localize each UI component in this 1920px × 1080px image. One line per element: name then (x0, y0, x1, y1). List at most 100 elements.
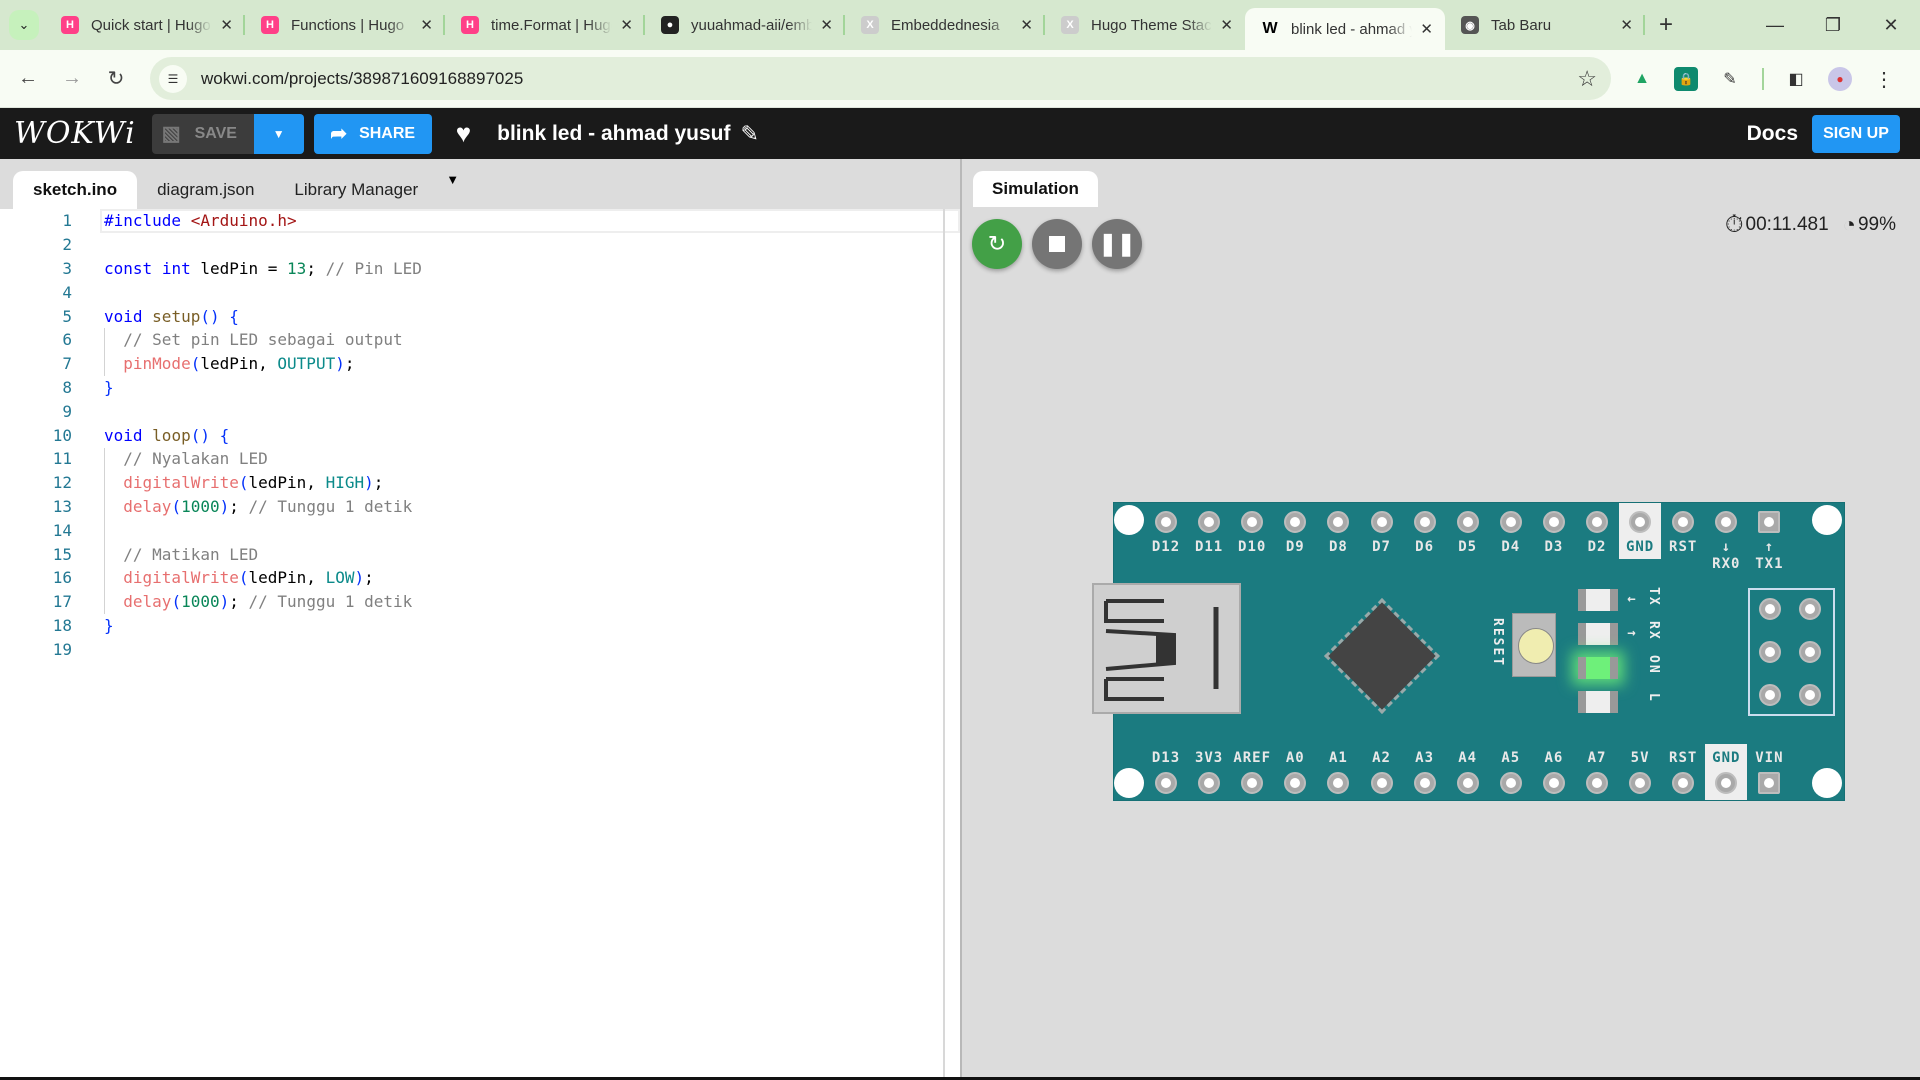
pin-a5[interactable] (1499, 772, 1522, 794)
more-menu-icon[interactable]: ⋮ (1872, 67, 1896, 91)
pin-rx0[interactable] (1715, 511, 1738, 533)
browser-tab[interactable]: Htime.Format | Hugo ✕ (445, 0, 645, 50)
back-button[interactable]: ← (6, 67, 50, 90)
code-line[interactable]: 19 (0, 637, 960, 661)
editor-tabs-dropdown-icon[interactable]: ▼ (446, 172, 459, 187)
code-area[interactable]: 1 #include <Arduino.h> 2 3 const int ledPin … (0, 209, 960, 661)
minimize-button[interactable]: — (1746, 0, 1804, 50)
pin-d6[interactable] (1413, 511, 1436, 533)
tab-library-manager[interactable]: Library Manager (274, 171, 438, 209)
tab-diagram-json[interactable]: diagram.json (137, 171, 274, 209)
pin-a1[interactable] (1327, 772, 1350, 794)
pin-rst[interactable] (1672, 772, 1695, 794)
edit-pencil-icon[interactable]: ✎ (741, 121, 759, 147)
pin-d10[interactable] (1241, 511, 1264, 533)
close-tab-icon[interactable]: ✕ (1220, 16, 1233, 34)
pin-gnd[interactable] (1629, 511, 1652, 533)
close-tab-icon[interactable]: ✕ (1420, 20, 1433, 38)
code-line[interactable]: 8} (0, 376, 960, 400)
pin-a3[interactable] (1413, 772, 1436, 794)
code-line[interactable]: 16 digitalWrite(ledPin, LOW); (0, 566, 960, 590)
docs-link[interactable]: Docs (1747, 122, 1798, 146)
close-tab-icon[interactable]: ✕ (220, 16, 233, 34)
reload-button[interactable]: ↻ (94, 66, 138, 91)
browser-tab[interactable]: H Quick start | Hugo ✕ (45, 0, 245, 50)
pin-d13[interactable] (1155, 772, 1177, 794)
icsp-pin[interactable] (1759, 641, 1781, 663)
code-line[interactable]: 3 const int ledPin = 13; // Pin LED (0, 257, 960, 281)
browser-tab[interactable]: X Embeddednesia ✕ (845, 0, 1045, 50)
icsp-pin[interactable] (1799, 641, 1821, 663)
omnibox[interactable]: ☰ wokwi.com/projects/389871609168897025 … (150, 57, 1611, 100)
code-line[interactable]: 14 (0, 518, 960, 542)
icsp-pin[interactable] (1759, 684, 1781, 706)
editor-scrollbar[interactable] (943, 209, 945, 1080)
pin-vin[interactable] (1758, 772, 1781, 794)
save-button[interactable]: ▧ SAVE (151, 113, 254, 154)
code-line[interactable]: 2 (0, 233, 960, 257)
forward-button[interactable]: → (50, 67, 94, 90)
site-settings-icon[interactable]: ☰ (159, 64, 187, 93)
bookmark-star-icon[interactable]: ☆ (1577, 66, 1597, 92)
share-button[interactable]: ➦ SHARE (313, 113, 432, 154)
code-line[interactable]: 11 // Nyalakan LED (0, 447, 960, 471)
code-line[interactable]: 7 pinMode(ledPin, OUTPUT); (0, 352, 960, 376)
code-line[interactable]: 13 delay(1000); // Tunggu 1 detik (0, 495, 960, 519)
close-tab-icon[interactable]: ✕ (620, 16, 633, 34)
pause-simulation-button[interactable]: ❚❚ (1092, 219, 1142, 269)
tab-simulation[interactable]: Simulation (973, 171, 1098, 207)
pin-a0[interactable] (1284, 772, 1307, 794)
code-line[interactable]: 18} (0, 614, 960, 638)
side-panel-icon[interactable]: ◧ (1784, 67, 1808, 91)
sign-up-button[interactable]: SIGN UP (1812, 114, 1900, 153)
new-tab-button[interactable]: + (1659, 11, 1673, 39)
code-line[interactable]: 15 // Matikan LED (0, 542, 960, 566)
pin-a7[interactable] (1586, 772, 1608, 794)
close-tab-icon[interactable]: ✕ (1020, 16, 1033, 34)
extensions-puzzle-icon[interactable]: ✎ (1718, 67, 1742, 91)
code-line[interactable]: 10 void loop() { (0, 423, 960, 447)
pin-d11[interactable] (1198, 511, 1221, 533)
browser-tab[interactable]: ◉ Tab Baru ✕ (1445, 0, 1645, 50)
reset-button[interactable] (1512, 613, 1556, 677)
pin-d12[interactable] (1155, 511, 1177, 533)
pin-d8[interactable] (1327, 511, 1350, 533)
pin-3v3[interactable] (1198, 772, 1221, 794)
pin-d9[interactable] (1284, 511, 1307, 533)
icsp-pin[interactable] (1799, 598, 1821, 620)
browser-tab[interactable]: Wblink led - ahmad yusuf ✕ (1245, 8, 1445, 50)
code-line[interactable]: 6 // Set pin LED sebagai output (0, 328, 960, 352)
heart-icon[interactable]: ♥ (456, 118, 471, 149)
code-line[interactable]: 5 void setup() { (0, 304, 960, 328)
restart-simulation-button[interactable]: ↻ (972, 219, 1022, 269)
icsp-pin[interactable] (1759, 598, 1781, 620)
pin-d3[interactable] (1542, 511, 1565, 533)
close-tab-icon[interactable]: ✕ (820, 16, 833, 34)
tab-search-button[interactable]: ⌄ (9, 10, 39, 40)
browser-tab[interactable]: H Functions | Hugo ✕ (245, 0, 445, 50)
pin-d5[interactable] (1456, 511, 1479, 533)
pin-a2[interactable] (1370, 772, 1393, 794)
icsp-pin[interactable] (1799, 684, 1821, 706)
pin-5v[interactable] (1629, 772, 1652, 794)
close-window-button[interactable]: ✕ (1862, 0, 1920, 50)
url-text[interactable]: wokwi.com/projects/389871609168897025 (201, 69, 523, 89)
close-tab-icon[interactable]: ✕ (420, 16, 433, 34)
pin-d2[interactable] (1586, 511, 1608, 533)
password-manager-icon[interactable]: 🔒 (1674, 67, 1698, 91)
pin-d7[interactable] (1370, 511, 1393, 533)
tab-sketch-ino[interactable]: sketch.ino (13, 171, 138, 209)
browser-tab[interactable]: ● yuuahmad-aii/embeddednesia ✕ (645, 0, 845, 50)
pin-a6[interactable] (1542, 772, 1565, 794)
pin-d4[interactable] (1499, 511, 1522, 533)
stop-simulation-button[interactable] (1032, 219, 1082, 269)
code-line[interactable]: 9 (0, 399, 960, 423)
google-drive-icon[interactable]: ▲ (1630, 67, 1654, 91)
arduino-nano-board[interactable]: RESET D12 D11 D10 D9 D8 D7 D6 D5 D4 D3 D2 GND RST ↓ RX… (1092, 502, 1845, 801)
save-dropdown-button[interactable]: ▼ (253, 113, 304, 154)
pin-rst[interactable] (1672, 511, 1695, 533)
code-line[interactable]: 12 digitalWrite(ledPin, HIGH); (0, 471, 960, 495)
profile-avatar[interactable]: ● (1828, 67, 1852, 91)
close-tab-icon[interactable]: ✕ (1620, 16, 1633, 34)
wokwi-logo[interactable]: WOKWi (14, 116, 136, 151)
